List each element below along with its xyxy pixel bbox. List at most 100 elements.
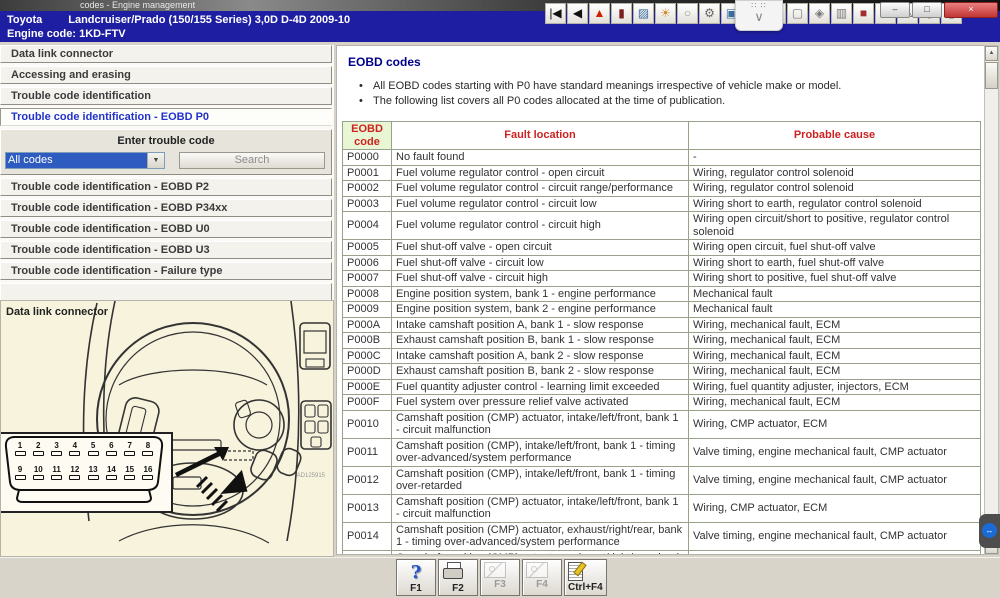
sidebar-item-label: Trouble code identification - Failure ty…	[11, 265, 222, 277]
table-row[interactable]: P000BExhaust camshaft position B, bank 1…	[343, 333, 981, 349]
close-button[interactable]: ×	[944, 2, 998, 18]
table-row[interactable]: P0004Fuel volume regulator control - cir…	[343, 212, 981, 240]
wiring-diagram-icon[interactable]: ▨	[633, 3, 654, 24]
pin-slot	[88, 475, 99, 480]
pin-slot	[124, 451, 135, 456]
code-cell: P000C	[343, 348, 392, 364]
scroll-thumb[interactable]	[985, 62, 998, 89]
sidebar-item[interactable]: Trouble code identification - EOBD U0	[0, 220, 332, 238]
code-cell: P000A	[343, 317, 392, 333]
sidebar-item[interactable]: Accessing and erasing	[0, 66, 332, 84]
code-cell: P0007	[343, 271, 392, 287]
settings-icon[interactable]: ⚙	[699, 3, 720, 24]
remote-access-side-tab[interactable]: ↔	[979, 514, 1000, 548]
table-row[interactable]: P0012Camshaft position (CMP), intake/lef…	[343, 466, 981, 494]
pin-number: 5	[86, 441, 100, 450]
search-panel-label: Enter trouble code	[5, 135, 327, 147]
service-icon[interactable]: ◈	[809, 3, 830, 24]
print-button[interactable]: F2	[438, 559, 478, 596]
technical-data-icon[interactable]: ▥	[831, 3, 852, 24]
sidebar-item[interactable]: Trouble code identification - EOBD U3	[0, 241, 332, 259]
connector-pin: 2	[31, 441, 45, 456]
brakes-icon[interactable]: ▮	[611, 3, 632, 24]
warning-icon[interactable]: ▲	[589, 3, 610, 24]
table-row[interactable]: P0015Camshaft position (CMP) actuator, e…	[343, 550, 981, 555]
fault-location-cell: Camshaft position (CMP) actuator, intake…	[392, 410, 689, 438]
sidebar-item[interactable]: Data link connector	[0, 45, 332, 63]
dropdown-arrow-icon[interactable]: ▼	[147, 153, 164, 168]
back-icon[interactable]: ◀	[567, 3, 588, 24]
code-cell: P000F	[343, 395, 392, 411]
components-icon[interactable]: ○	[677, 3, 698, 24]
pin-slot	[51, 475, 62, 480]
notes-button[interactable]: Ctrl+F4	[564, 559, 607, 596]
code-cell: P000D	[343, 364, 392, 380]
connector-pin: 7	[123, 441, 137, 456]
table-row[interactable]: P000AIntake camshaft position A, bank 1 …	[343, 317, 981, 333]
table-row[interactable]: P000CIntake camshaft position A, bank 2 …	[343, 348, 981, 364]
table-row[interactable]: P0011Camshaft position (CMP), intake/lef…	[343, 438, 981, 466]
fault-location-cell: Camshaft position (CMP), intake/left/fro…	[392, 438, 689, 466]
sidebar-item[interactable]	[0, 283, 332, 301]
table-row[interactable]: P0009Engine position system, bank 2 - en…	[343, 302, 981, 318]
sidebar-item[interactable]: Trouble code identification - EOBD P0	[0, 108, 332, 126]
table-row[interactable]: P000EFuel quantity adjuster control - le…	[343, 379, 981, 395]
first-page-icon[interactable]: |◀	[545, 3, 566, 24]
code-cell: P0010	[343, 410, 392, 438]
snap-overlay[interactable]: ∷ ∷ ∨	[735, 0, 783, 31]
sidebar: Data link connector Accessing and erasing…	[0, 45, 334, 300]
minimize-button[interactable]: –	[880, 2, 910, 18]
sidebar-bottom: Trouble code identification - EOBD P2 Tro…	[0, 178, 334, 301]
smart-repair-icon[interactable]: ■	[853, 3, 874, 24]
probable-cause-cell: Wiring, regulator control solenoid	[689, 165, 981, 181]
fault-location-cell: Intake camshaft position A, bank 1 - slo…	[392, 317, 689, 333]
connector-pin: 10	[31, 465, 45, 480]
code-cell: P0004	[343, 212, 392, 240]
scroll-up-icon[interactable]: ▲	[985, 46, 998, 61]
search-button[interactable]: Search	[179, 152, 325, 169]
bottom-toolbar: F1F2F3F4Ctrl+F4	[0, 557, 1000, 598]
sidebar-item[interactable]: Trouble code identification - EOBD P34xx	[0, 199, 332, 217]
help-button[interactable]: F1	[396, 559, 436, 596]
table-row[interactable]: P000DExhaust camshaft position B, bank 2…	[343, 364, 981, 380]
engine-code: Engine code: 1KD-FTV	[7, 27, 1000, 41]
table-row[interactable]: P0002Fuel volume regulator control - cir…	[343, 181, 981, 197]
probable-cause-cell: Wiring short to earth, regulator control…	[689, 196, 981, 212]
function-key-label: F3	[484, 579, 516, 590]
code-filter-dropdown[interactable]: All codes ▼	[5, 152, 165, 169]
table-row[interactable]: P0013Camshaft position (CMP) actuator, i…	[343, 494, 981, 522]
table-row[interactable]: P000FFuel system over pressure relief va…	[343, 395, 981, 411]
pin-slot	[51, 451, 62, 456]
body-icon[interactable]: ▢	[787, 3, 808, 24]
data-link-connector-panel: Data link connector	[0, 300, 334, 557]
pin-number: 2	[31, 441, 45, 450]
fault-location-cell: Fuel volume regulator control - circuit …	[392, 181, 689, 197]
steering-wheel-diagram	[1, 301, 333, 557]
table-row[interactable]: P0014Camshaft position (CMP) actuator, e…	[343, 522, 981, 550]
fault-location-cell: No fault found	[392, 150, 689, 166]
function-key-label: F1	[400, 583, 432, 594]
sidebar-item[interactable]: Trouble code identification	[0, 87, 332, 105]
sidebar-item-label: Trouble code identification - EOBD P34xx	[11, 202, 227, 214]
sidebar-item[interactable]: Trouble code identification - EOBD P2	[0, 178, 332, 196]
table-row[interactable]: P0000No fault found-	[343, 150, 981, 166]
table-row[interactable]: P0008Engine position system, bank 1 - en…	[343, 286, 981, 302]
bullet-icon: •	[359, 79, 373, 94]
pin-slot	[15, 475, 26, 480]
sidebar-item[interactable]: Trouble code identification - Failure ty…	[0, 262, 332, 280]
vertical-scrollbar[interactable]: ▲ ▼	[984, 45, 999, 555]
table-row[interactable]: P0006Fuel shut-off valve - circuit lowWi…	[343, 255, 981, 271]
table-row[interactable]: P0007Fuel shut-off valve - circuit highW…	[343, 271, 981, 287]
service-schedule-icon[interactable]: ☀	[655, 3, 676, 24]
table-row[interactable]: P0001Fuel volume regulator control - ope…	[343, 165, 981, 181]
maximize-button[interactable]: □	[912, 2, 942, 18]
table-row[interactable]: P0003Fuel volume regulator control - cir…	[343, 196, 981, 212]
table-row[interactable]: P0005Fuel shut-off valve - open circuitW…	[343, 240, 981, 256]
pin-slot	[142, 451, 153, 456]
fault-location-cell: Intake camshaft position A, bank 2 - slo…	[392, 348, 689, 364]
probable-cause-cell: Wiring, fuel quantity adjuster, injector…	[689, 379, 981, 395]
code-cell: P0015	[343, 550, 392, 555]
pin-slot	[15, 451, 26, 456]
fault-location-cell: Camshaft position (CMP) actuator, exhaus…	[392, 550, 689, 555]
table-row[interactable]: P0010Camshaft position (CMP) actuator, i…	[343, 410, 981, 438]
